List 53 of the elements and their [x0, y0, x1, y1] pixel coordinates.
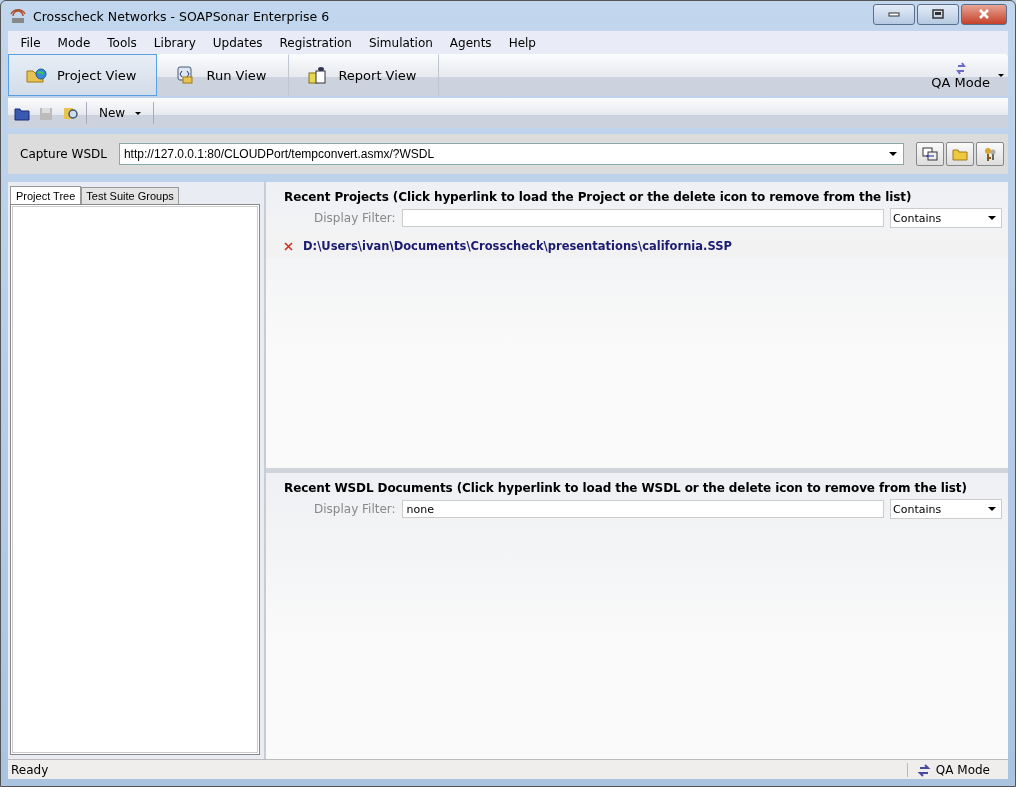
- swap-arrows-icon: [915, 762, 932, 777]
- section-heading: Recent Projects (Click hyperlink to load the Project or the delete icon to remove from the list): [284, 190, 913, 204]
- menu-item[interactable]: Tools: [98, 33, 146, 52]
- filter-field[interactable]: [401, 209, 884, 227]
- menu-item[interactable]: File: [12, 33, 50, 52]
- menu-item[interactable]: Agents: [441, 33, 501, 52]
- status-mode: QA Mode: [935, 762, 990, 777]
- filter-field[interactable]: none: [401, 500, 884, 518]
- project-view-icon: [25, 65, 47, 85]
- menu-item[interactable]: Library: [145, 33, 205, 52]
- delete-icon[interactable]: [284, 241, 293, 251]
- view-tab[interactable]: Run View: [157, 54, 290, 96]
- display-filter-label: Display Filter:: [314, 211, 396, 225]
- swap-arrows-icon: [953, 60, 968, 75]
- view-tab[interactable]: Report View: [289, 54, 440, 96]
- minimize-icon: [888, 11, 900, 17]
- menu-item[interactable]: Simulation: [360, 33, 442, 52]
- display-filter-label: Display Filter:: [314, 502, 396, 516]
- menu-item[interactable]: Help: [500, 33, 545, 52]
- dropdown-caret-icon: [988, 216, 996, 220]
- keys-icon: [982, 147, 998, 161]
- maximize-icon: [932, 9, 944, 19]
- new-button[interactable]: New: [95, 104, 146, 122]
- close-button[interactable]: [961, 3, 1007, 25]
- search-icon[interactable]: [62, 105, 78, 121]
- status-text: Ready: [11, 762, 50, 777]
- maximize-button[interactable]: [917, 3, 959, 25]
- windows-icon: [922, 147, 938, 161]
- menu-item[interactable]: Mode: [49, 33, 99, 52]
- open-button[interactable]: [946, 142, 974, 166]
- minimize-button[interactable]: [873, 3, 915, 25]
- dropdown-caret-icon: [135, 111, 142, 115]
- view-tab[interactable]: Project View: [8, 54, 158, 96]
- qa-mode-button[interactable]: QA Mode: [923, 54, 998, 96]
- menu-item[interactable]: Updates: [204, 33, 272, 52]
- window-title: Crosscheck Networks - SOAPSonar Enterprise 6: [33, 8, 331, 24]
- dropdown-caret-icon: [988, 507, 996, 511]
- menu-item[interactable]: Registration: [271, 33, 361, 52]
- open-folder-icon[interactable]: [14, 105, 30, 121]
- import-button[interactable]: [916, 142, 944, 166]
- app-logo-icon: [9, 8, 27, 24]
- capture-wsdl-label: Capture WSDL: [20, 147, 107, 161]
- match-dropdown[interactable]: Contains: [890, 208, 1002, 228]
- panel-tab[interactable]: Test Suite Groups: [81, 187, 179, 204]
- keys-button[interactable]: [976, 142, 1004, 166]
- section-heading: Recent WSDL Documents (Click hyperlink to load the WSDL or the delete icon to remove from the list): [284, 481, 968, 495]
- folder-icon: [952, 147, 968, 161]
- match-dropdown[interactable]: Contains: [890, 499, 1002, 519]
- report-view-icon: [306, 65, 329, 85]
- wsdl-url-field[interactable]: http://127.0.0.1:80/CLOUDPort/tempconvert.asmx/?WSDL: [118, 143, 904, 165]
- dropdown-caret-icon: [889, 152, 897, 156]
- dropdown-caret-icon[interactable]: [998, 73, 1004, 77]
- close-icon: [978, 9, 990, 19]
